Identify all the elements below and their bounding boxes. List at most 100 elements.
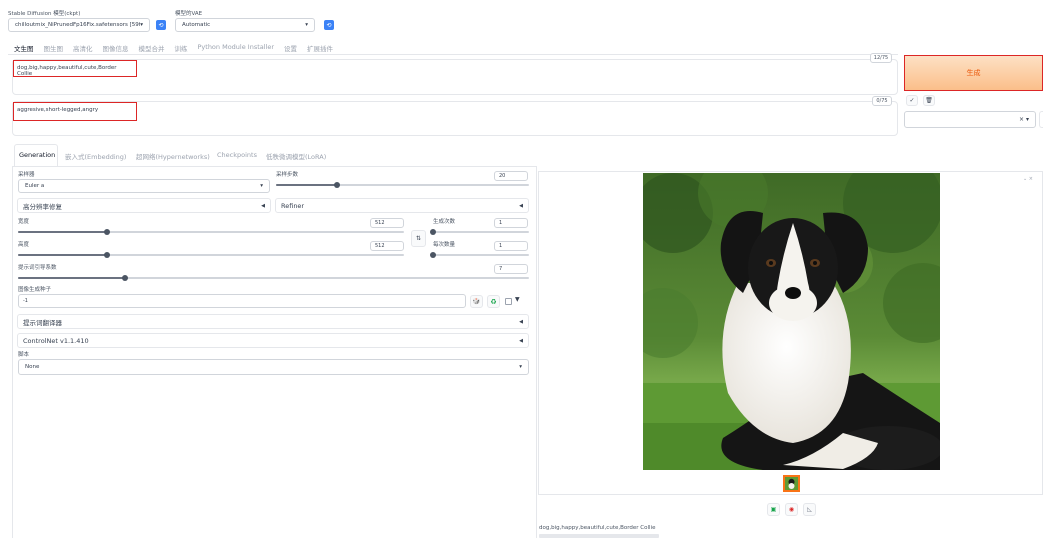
swap-icon: ⇅: [415, 235, 422, 242]
main-tab-bar: 文生图 图生图 高清化 图像信息 模型合并 训练 Python Module I…: [14, 43, 333, 53]
tab-train[interactable]: 训练: [175, 43, 188, 53]
batch-count-label: 生成次数: [433, 219, 456, 225]
refresh-icon: ⟲: [158, 21, 164, 29]
apply-style-button[interactable]: ✓: [906, 95, 918, 106]
hires-fix-accordion[interactable]: 高分辨率修复 ◀: [17, 198, 271, 213]
tab-divider: [8, 54, 898, 55]
chevron-down-icon: ▾: [140, 22, 143, 28]
height-slider-fill: [18, 254, 107, 256]
send-to-extras-button[interactable]: ◺: [803, 503, 816, 516]
prompt-token-counter: 12/75: [870, 53, 892, 63]
gallery-close-icon[interactable]: ⌄ ×: [1023, 176, 1033, 182]
refresh-checkpoint-button[interactable]: ⟲: [156, 20, 166, 30]
send-to-img2img-button[interactable]: ◉: [785, 503, 798, 516]
prompt-area: [12, 59, 898, 95]
dice-icon: 🎲: [472, 298, 481, 305]
refresh-icon: ⟲: [326, 21, 332, 29]
steps-slider-knob[interactable]: [334, 182, 340, 188]
batch-size-slider-track[interactable]: [433, 254, 529, 256]
cfg-slider-knob[interactable]: [122, 275, 128, 281]
batch-count-slider-track[interactable]: [433, 231, 529, 233]
width-slider-fill: [18, 231, 107, 233]
script-label: 脚本: [18, 352, 30, 358]
output-caption-more: [539, 534, 659, 538]
seed-input[interactable]: -1: [18, 294, 466, 308]
tab-settings[interactable]: 设置: [284, 43, 297, 53]
batch-count-input[interactable]: 1: [494, 218, 528, 228]
hires-fix-label: 高分辨率修复: [23, 202, 62, 211]
palette-icon: ◉: [788, 506, 795, 513]
save-image-button[interactable]: ▣: [767, 503, 780, 516]
output-caption: dog,big,happy,beautiful,cute,Border Coll…: [539, 525, 656, 531]
generate-button[interactable]: 生成: [904, 55, 1043, 91]
trash-icon: 🗑: [925, 97, 933, 104]
vae-label: 模型的VAE: [175, 11, 203, 17]
styles-edit-button[interactable]: [1039, 111, 1043, 128]
tab-extensions[interactable]: 扩展插件: [307, 43, 333, 53]
height-input[interactable]: 512: [370, 241, 404, 251]
triangle-down-icon[interactable]: ▼: [515, 296, 520, 303]
generated-image[interactable]: [643, 173, 940, 470]
height-slider-knob[interactable]: [104, 252, 110, 258]
image-icon: ▣: [770, 506, 777, 513]
swap-dimensions-button[interactable]: ⇅: [411, 230, 426, 247]
sub-tab-bar: Generation 嵌入式(Embedding) 超网络(Hypernetwo…: [12, 144, 537, 166]
ruler-triangle-icon: ◺: [807, 506, 812, 513]
steps-input[interactable]: 20: [494, 171, 528, 181]
steps-label: 采样步数: [276, 172, 299, 178]
triangle-left-icon: ◀: [261, 202, 265, 209]
tab-checkpoints[interactable]: Checkpoints: [217, 151, 257, 159]
tab-hypernetworks[interactable]: 超网络(Hypernetworks): [136, 151, 210, 161]
reuse-seed-button[interactable]: ♻: [487, 295, 500, 308]
prompt-translator-accordion[interactable]: 提示词翻译器 ◀: [17, 314, 529, 329]
width-label: 宽度: [18, 219, 30, 225]
checkpoint-value: chilloutmix_NiPrunedFp16Fix.safetensors …: [15, 22, 141, 28]
negative-prompt-area: [12, 101, 898, 136]
tab-png-info[interactable]: 图像信息: [103, 43, 129, 53]
tab-checkpoint-merger[interactable]: 模型合并: [139, 43, 165, 53]
gallery-thumbnail[interactable]: [783, 475, 800, 492]
styles-select[interactable]: × ▾: [904, 111, 1036, 128]
tab-extras[interactable]: 高清化: [73, 43, 93, 53]
refresh-vae-button[interactable]: ⟲: [324, 20, 334, 30]
sampler-select[interactable]: Euler a ▾: [18, 179, 270, 193]
tab-python-module-installer[interactable]: Python Module Installer: [198, 43, 275, 53]
extra-seed-checkbox[interactable]: [505, 298, 512, 305]
clear-prompt-button[interactable]: 🗑: [923, 95, 935, 106]
batch-size-slider-knob[interactable]: [430, 252, 436, 258]
tab-img2img[interactable]: 图生图: [44, 43, 64, 53]
script-select[interactable]: None ▾: [18, 359, 529, 375]
generation-panel: [12, 166, 537, 538]
tab-embedding[interactable]: 嵌入式(Embedding): [65, 151, 126, 161]
triangle-left-icon: ◀: [519, 318, 523, 325]
batch-size-input[interactable]: 1: [494, 241, 528, 251]
prompt-input[interactable]: dog,big,happy,beautiful,cute,Border Coll…: [13, 60, 137, 77]
tab-txt2img[interactable]: 文生图: [14, 43, 34, 53]
vae-value: Automatic: [182, 22, 211, 28]
chevron-down-icon: ▾: [260, 183, 263, 189]
cfg-slider-fill: [18, 277, 125, 279]
recycle-icon: ♻: [490, 297, 497, 306]
checkmark-icon: ✓: [909, 97, 915, 104]
tab-generation[interactable]: Generation: [19, 151, 55, 159]
cfg-scale-input[interactable]: 7: [494, 264, 528, 274]
negative-token-counter: 0/75: [872, 96, 892, 106]
border-collie-image: [643, 173, 940, 470]
refiner-label: Refiner: [281, 201, 305, 210]
refiner-accordion[interactable]: Refiner ◀: [275, 198, 529, 213]
width-slider-knob[interactable]: [104, 229, 110, 235]
vae-select[interactable]: Automatic ▾: [175, 18, 315, 32]
controlnet-accordion[interactable]: ControlNet v1.1.410 ◀: [17, 333, 529, 348]
clear-chevron-icon: × ▾: [1019, 116, 1029, 123]
cfg-scale-label: 提示词引导系数: [18, 265, 57, 271]
chevron-down-icon: ▾: [305, 22, 308, 28]
width-input[interactable]: 512: [370, 218, 404, 228]
triangle-left-icon: ◀: [519, 337, 523, 344]
height-label: 高度: [18, 242, 30, 248]
checkpoint-select[interactable]: chilloutmix_NiPrunedFp16Fix.safetensors …: [8, 18, 150, 32]
negative-prompt-input[interactable]: aggresive,short-legged,angry: [13, 102, 137, 121]
batch-count-slider-knob[interactable]: [430, 229, 436, 235]
tab-lora[interactable]: 低秩微调模型(LoRA): [266, 151, 326, 161]
batch-size-label: 每次数量: [433, 242, 456, 248]
random-seed-button[interactable]: 🎲: [470, 295, 483, 308]
